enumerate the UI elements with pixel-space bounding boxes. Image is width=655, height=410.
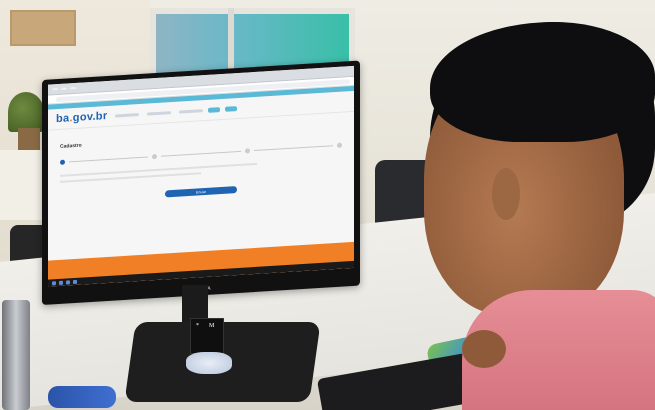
step-indicator	[336, 142, 342, 148]
step-connector	[253, 145, 333, 152]
blue-tape-roll	[48, 386, 116, 408]
person-hair-top	[430, 22, 655, 142]
browser-tab[interactable]	[52, 88, 58, 91]
browser-tab[interactable]	[70, 86, 76, 90]
site-content: Cadastro Enviar	[48, 112, 354, 213]
corkboard	[10, 10, 76, 46]
nav-button[interactable]	[225, 105, 238, 112]
taskbar-app-icon[interactable]	[73, 279, 77, 284]
logo-tld: .br	[92, 109, 108, 123]
step-indicator	[60, 159, 65, 165]
sticker-star: *	[196, 323, 199, 329]
nav-button[interactable]	[208, 106, 221, 113]
asset-sticker: * M	[190, 318, 224, 354]
person-hand	[462, 330, 506, 368]
person-ear	[492, 168, 520, 220]
monitor-screen: ba.gov.br Cadastro Enviar	[48, 65, 354, 287]
step-indicator	[244, 148, 250, 154]
plant	[8, 92, 44, 132]
logo-gov: gov	[72, 110, 93, 125]
browser-tab[interactable]	[61, 87, 67, 90]
nav-link[interactable]	[115, 112, 140, 118]
plastic-wrapper	[186, 352, 232, 374]
site-logo[interactable]: ba.gov.br	[56, 110, 107, 125]
start-icon[interactable]	[52, 280, 56, 285]
step-connector	[69, 156, 149, 163]
step-connector	[161, 150, 241, 157]
photo-scene: ba.gov.br Cadastro Enviar * M	[0, 0, 655, 410]
submit-button-label: Enviar	[196, 189, 206, 195]
nav-link[interactable]	[179, 108, 204, 114]
steel-cup	[2, 300, 30, 410]
taskbar-app-icon[interactable]	[66, 279, 70, 285]
nav-link[interactable]	[147, 110, 172, 116]
submit-button[interactable]: Enviar	[165, 186, 237, 198]
computer-monitor: ba.gov.br Cadastro Enviar	[42, 60, 360, 305]
logo-ba: ba	[56, 112, 70, 126]
sticker-letter: M	[209, 323, 215, 329]
step-indicator	[152, 153, 158, 160]
taskbar-app-icon[interactable]	[59, 280, 63, 285]
